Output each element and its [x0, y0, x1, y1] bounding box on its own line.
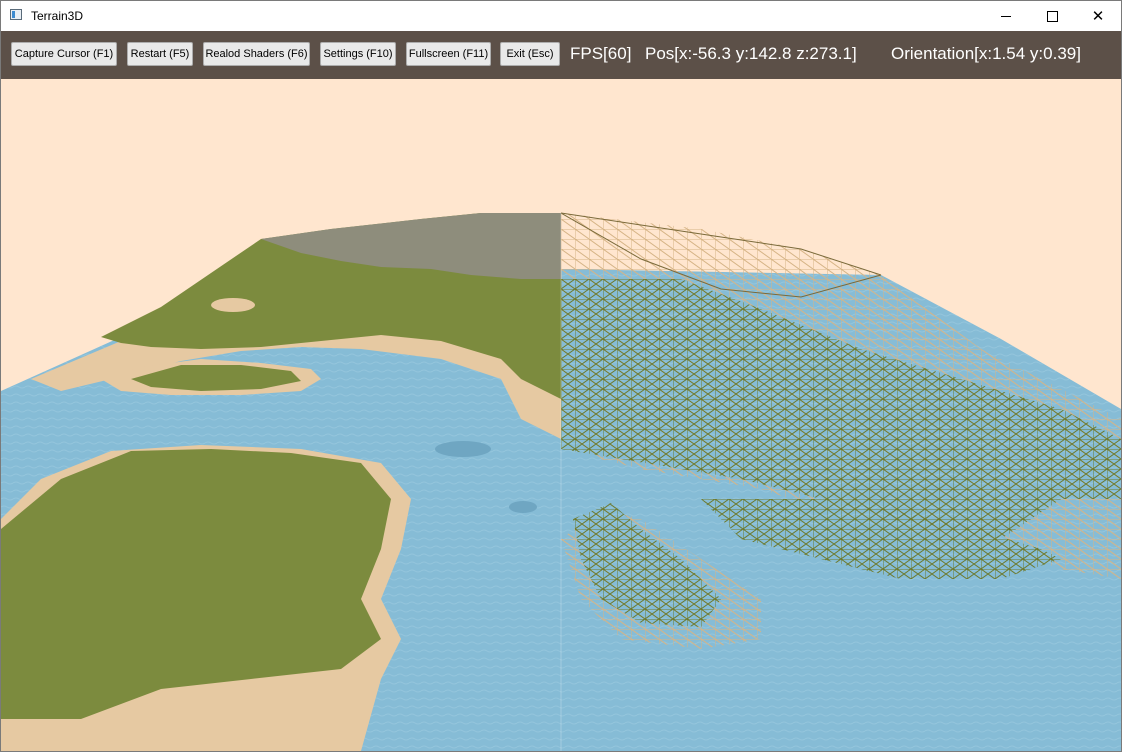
position-readout: Pos[x:-56.3 y:142.8 z:273.1] — [645, 44, 857, 63]
orientation-readout: Orientation[x:1.54 y:0.39] — [891, 44, 1081, 63]
window-title: Terrain3D — [31, 9, 84, 23]
toolbar: Capture Cursor (F1) Restart (F5) Realod … — [1, 31, 1121, 79]
fps-readout: FPS[60] — [570, 44, 632, 63]
reload-shaders-button[interactable]: Realod Shaders (F6) — [203, 42, 310, 66]
water-shadow — [435, 441, 491, 457]
app-window: Terrain3D ✕ Capture Cursor (F1) Restart … — [0, 0, 1122, 752]
restart-button[interactable]: Restart (F5) — [127, 42, 193, 66]
maximize-icon — [1046, 10, 1058, 22]
water-shadow-2 — [509, 501, 537, 513]
title-bar[interactable]: Terrain3D ✕ — [1, 1, 1121, 31]
terrain-viewport[interactable] — [1, 79, 1121, 751]
exit-button[interactable]: Exit (Esc) — [500, 42, 560, 66]
close-icon: ✕ — [1091, 7, 1105, 25]
terrain-render — [1, 79, 1121, 751]
minimize-icon — [1001, 15, 1011, 17]
minimize-button[interactable] — [983, 1, 1029, 31]
close-button[interactable]: ✕ — [1075, 1, 1121, 31]
fullscreen-button[interactable]: Fullscreen (F11) — [406, 42, 491, 66]
app-icon — [10, 9, 22, 20]
settings-button[interactable]: Settings (F10) — [320, 42, 396, 66]
capture-cursor-button[interactable]: Capture Cursor (F1) — [11, 42, 117, 66]
sand-patch — [211, 298, 255, 312]
maximize-button[interactable] — [1029, 1, 1075, 31]
